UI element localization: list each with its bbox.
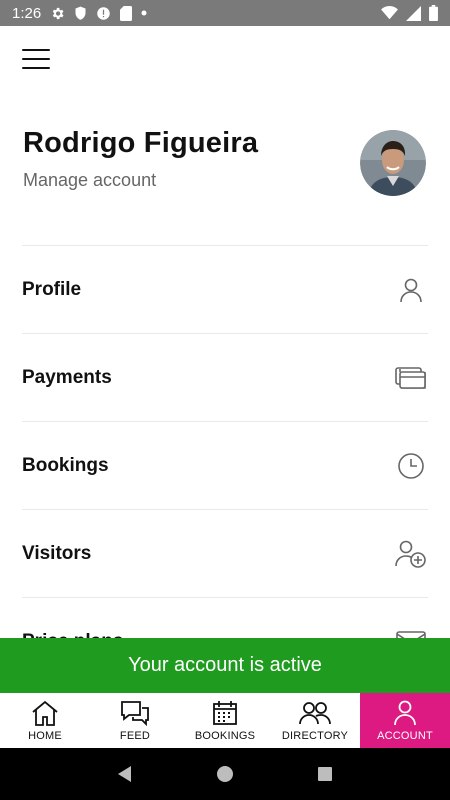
add-person-icon [394,537,428,571]
sd-card-icon [120,5,133,21]
account-menu-list: Profile Payments Bookings Visitors Price… [22,245,428,685]
nav-label: DIRECTORY [281,730,349,742]
menu-line [22,49,50,51]
account-status-banner: Your account is active [0,638,450,693]
menu-item-label: Profile [22,278,82,300]
banner-text: Your account is active [128,654,322,676]
menu-item-label: Visitors [22,542,92,564]
status-bar: 1:26 [0,0,450,26]
menu-item-payments[interactable]: Payments [22,333,428,421]
nav-home[interactable]: HOME [0,693,90,748]
home-button-icon[interactable] [215,764,235,784]
avatar[interactable] [360,130,426,196]
dot-icon [141,10,147,16]
status-time: 1:26 [12,4,42,22]
nav-label: FEED [119,730,151,742]
user-name: Rodrigo Figueira [23,127,259,159]
menu-item-label: Payments [22,366,112,388]
nav-bookings[interactable]: BOOKINGS [180,693,270,748]
alert-icon [96,6,111,21]
person-icon [393,699,417,727]
people-icon [299,699,331,727]
menu-line [22,67,50,69]
settings-icon [50,6,65,21]
menu-line [22,58,50,60]
calendar-icon [212,699,238,727]
manage-account-link[interactable]: Manage account [23,170,156,191]
wifi-icon [381,6,398,20]
signal-icon [406,5,421,21]
nav-account[interactable]: ACCOUNT [360,693,450,748]
chat-icon [120,699,150,727]
nav-directory[interactable]: DIRECTORY [270,693,360,748]
nav-label: HOME [28,730,62,742]
battery-icon [429,5,438,21]
menu-item-bookings[interactable]: Bookings [22,421,428,509]
back-icon[interactable] [115,764,135,784]
home-icon [31,699,59,727]
menu-item-profile[interactable]: Profile [22,245,428,333]
clock-icon [394,449,428,483]
person-icon [394,273,428,307]
nav-feed[interactable]: FEED [90,693,180,748]
recents-icon[interactable] [315,764,335,784]
nav-label: BOOKINGS [194,730,256,742]
hamburger-menu-button[interactable] [22,47,50,71]
menu-item-label: Bookings [22,454,109,476]
system-nav-bar [0,748,450,800]
cards-icon [394,361,428,395]
menu-item-visitors[interactable]: Visitors [22,509,428,597]
nav-label: ACCOUNT [377,730,433,742]
shield-icon [74,6,87,21]
bottom-nav: HOME FEED BOOKINGS DIRECTORY ACCOUNT [0,693,450,748]
